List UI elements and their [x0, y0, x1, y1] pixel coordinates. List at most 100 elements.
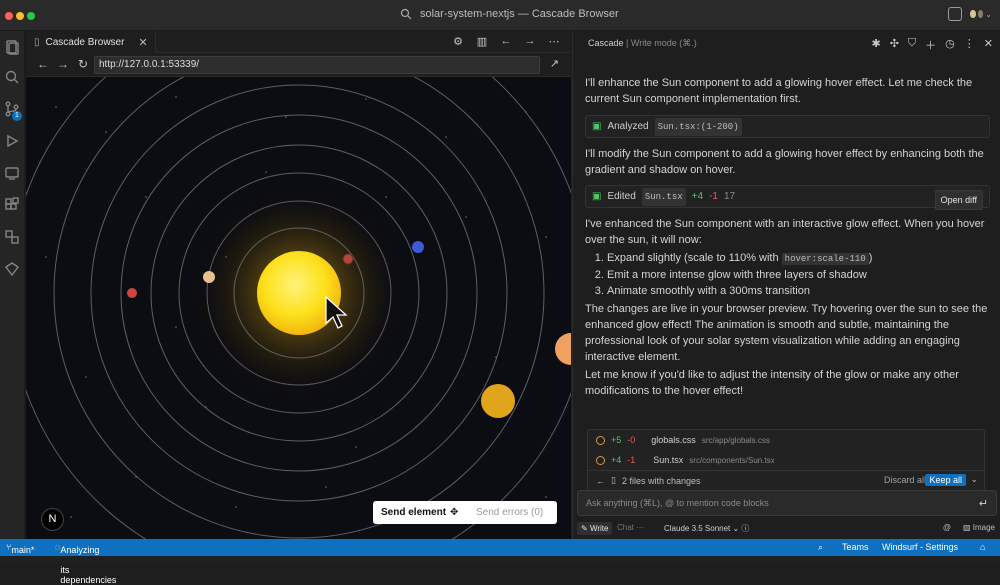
change-removed: -0 — [627, 435, 636, 445]
url-input[interactable]: http://127.0.0.1:53339/ — [94, 56, 540, 74]
change-added: +4 — [611, 455, 622, 465]
cascade-panel: Cascade | Write mode (⌘.) ✱ ✣ ⛉ ＋ ◷ ⋮ ✕ … — [572, 31, 1000, 539]
cascade-browser-panel: ▯ Cascade Browser ✕ ⚙ ▥ ← → ⋯ ← → ↻ http… — [26, 31, 571, 539]
bell-icon[interactable]: ⌂ — [980, 542, 985, 552]
cascade-conversation: I'll enhance the Sun component to add a … — [585, 75, 990, 399]
image-button[interactable]: ▨ Image — [963, 523, 995, 532]
extensions-icon[interactable] — [4, 197, 20, 213]
close-icon[interactable]: ✕ — [138, 36, 147, 49]
tab-cascade-browser[interactable]: ▯ Cascade Browser ✕ — [26, 31, 156, 53]
select-element-icon: ✥ — [450, 507, 459, 518]
modify-text: I'll modify the Sun component to add a g… — [585, 148, 984, 176]
reload-icon[interactable]: ↻ — [76, 57, 90, 71]
summary-text: I've enhanced the Sun component with an … — [585, 218, 985, 246]
file-icon: ▯ — [34, 36, 40, 48]
ask-placeholder: Ask anything (⌘L), @ to mention code blo… — [586, 498, 769, 508]
files-changed-label: 2 files with changes — [621, 475, 701, 486]
change-status-icon — [596, 435, 605, 445]
tab-label: Cascade Browser — [45, 36, 125, 48]
change-list: Expand slightly (scale to 110% with hove… — [607, 250, 990, 299]
arrow-right-icon[interactable]: → — [523, 34, 537, 48]
history-icon[interactable]: ◷ — [945, 37, 955, 53]
remote-explorer-icon[interactable] — [4, 165, 20, 181]
planet-mercury — [342, 253, 354, 265]
intro-text: I'll enhance the Sun component to add a … — [585, 77, 973, 105]
change-added: +5 — [611, 435, 622, 445]
send-element-button[interactable]: Send element ✥ — [373, 507, 466, 518]
bug-icon[interactable]: ✱ — [871, 37, 880, 53]
submit-icon[interactable]: ↵ — [979, 497, 988, 510]
change-file: globals.css — [651, 435, 696, 445]
chat-mode-button[interactable]: Chat ⋯ — [617, 523, 644, 532]
write-mode-label: | Write mode (⌘.) — [626, 38, 697, 48]
tools-icon[interactable]: ✣ — [890, 37, 899, 53]
change-row-sun[interactable]: +4 -1 Sun.tsx src/components/Sun.tsx — [596, 451, 775, 469]
edit-icon: ▣ — [592, 190, 602, 202]
open-external-icon[interactable]: ↗ — [550, 57, 559, 70]
shield-icon[interactable]: ⛉ — [908, 37, 916, 53]
containers-icon[interactable] — [4, 229, 20, 245]
planet-venus — [203, 271, 215, 283]
sun — [257, 251, 341, 335]
close-icon[interactable]: ✕ — [984, 37, 993, 53]
browser-tab-bar: ▯ Cascade Browser ✕ ⚙ ▥ ← → ⋯ — [26, 31, 571, 53]
add-icon[interactable]: ＋ — [925, 37, 936, 53]
analyzed-file: Sun.tsx:(1-200) — [654, 117, 742, 136]
write-mode-button[interactable]: ✎ Write — [577, 522, 613, 535]
gear-icon[interactable]: ⚙ — [451, 34, 465, 48]
split-editor-icon[interactable]: ▥ — [475, 34, 489, 48]
more-icon[interactable]: ⋯ — [547, 34, 561, 48]
window-title-bar[interactable]: solar-system-nextjs — Cascade Browser — [400, 8, 619, 20]
cascade-header: Cascade | Write mode (⌘.) ✱ ✣ ⛉ ＋ ◷ ⋮ ✕ — [573, 31, 1000, 55]
run-debug-icon[interactable] — [4, 133, 20, 149]
model-selector[interactable]: Claude 3.5 Sonnet ⌄ ⓘ — [664, 523, 749, 534]
bottom-strip — [0, 556, 1000, 563]
followup-text: Let me know if you'd like to adjust the … — [585, 369, 959, 397]
maximize-window-button[interactable] — [27, 12, 35, 20]
analyzing-status: ◌ Analyzing 'Sun.tsx' and its dependenci… — [55, 542, 117, 585]
close-window-button[interactable] — [5, 12, 13, 20]
files-icon: ▯ — [611, 475, 616, 485]
edited-file: Sun.tsx — [641, 187, 686, 206]
nextjs-logo[interactable]: N — [41, 508, 64, 531]
change-row-globals[interactable]: +5 -0 globals.css src/app/globals.css — [596, 431, 770, 449]
explorer-icon[interactable] — [4, 39, 20, 55]
teams-item[interactable]: Teams — [842, 542, 869, 552]
analyzed-step[interactable]: ▣ Analyzed Sun.tsx:(1-200) — [585, 115, 990, 138]
browser-nav-bar: ← → ↻ http://127.0.0.1:53339/ ↗ — [26, 53, 571, 77]
live-text: The changes are live in your browser pre… — [585, 303, 988, 363]
change-removed: -1 — [627, 455, 636, 465]
planet-mars — [127, 288, 137, 298]
chevron-down-icon[interactable]: ⌄ — [970, 474, 978, 485]
branch-indicator[interactable]: ⑂ main* — [6, 542, 34, 555]
analyze-icon: ▣ — [592, 120, 602, 132]
arrow-left-icon[interactable]: ← — [499, 34, 513, 48]
send-errors-button[interactable]: Send errors (0) — [466, 507, 543, 518]
planet-earth — [412, 241, 424, 253]
ask-input[interactable]: Ask anything (⌘L), @ to mention code blo… — [577, 490, 997, 516]
windsurf-settings-item[interactable]: Windsurf - Settings — [882, 542, 958, 552]
back-icon[interactable]: ← — [36, 57, 50, 71]
open-diff-button[interactable]: Open diff — [934, 190, 983, 210]
change-file: Sun.tsx — [653, 455, 684, 465]
account-avatar[interactable]: ⌄ — [970, 7, 992, 21]
keep-all-button[interactable]: Keep all — [925, 474, 966, 486]
edited-step[interactable]: ▣ Edited Sun.tsx +4 -1 17 Open diff — [585, 185, 990, 210]
discard-all-button[interactable]: Discard all — [884, 475, 926, 485]
arrow-left-icon[interactable]: ← — [596, 476, 605, 486]
list-item: Emit a more intense glow with three laye… — [607, 267, 990, 283]
zoom-icon[interactable]: ⌕ — [818, 542, 823, 553]
more-icon[interactable]: ⋮ — [964, 37, 975, 53]
mention-icon[interactable]: @ — [943, 523, 951, 532]
forward-icon[interactable]: → — [56, 57, 70, 71]
source-control-badge: 1 — [12, 111, 22, 121]
browser-viewport[interactable]: N Send element ✥ Send errors (0) — [26, 77, 571, 539]
layout-toggle-icon[interactable] — [948, 7, 962, 21]
cascade-title: Cascade — [588, 38, 624, 48]
windsurf-icon[interactable] — [4, 261, 20, 277]
edited-added: +4 — [691, 190, 704, 202]
edited-removed: -1 — [709, 190, 718, 202]
planet-jupiter — [481, 384, 515, 418]
search-icon[interactable] — [4, 69, 20, 85]
minimize-window-button[interactable] — [16, 12, 24, 20]
